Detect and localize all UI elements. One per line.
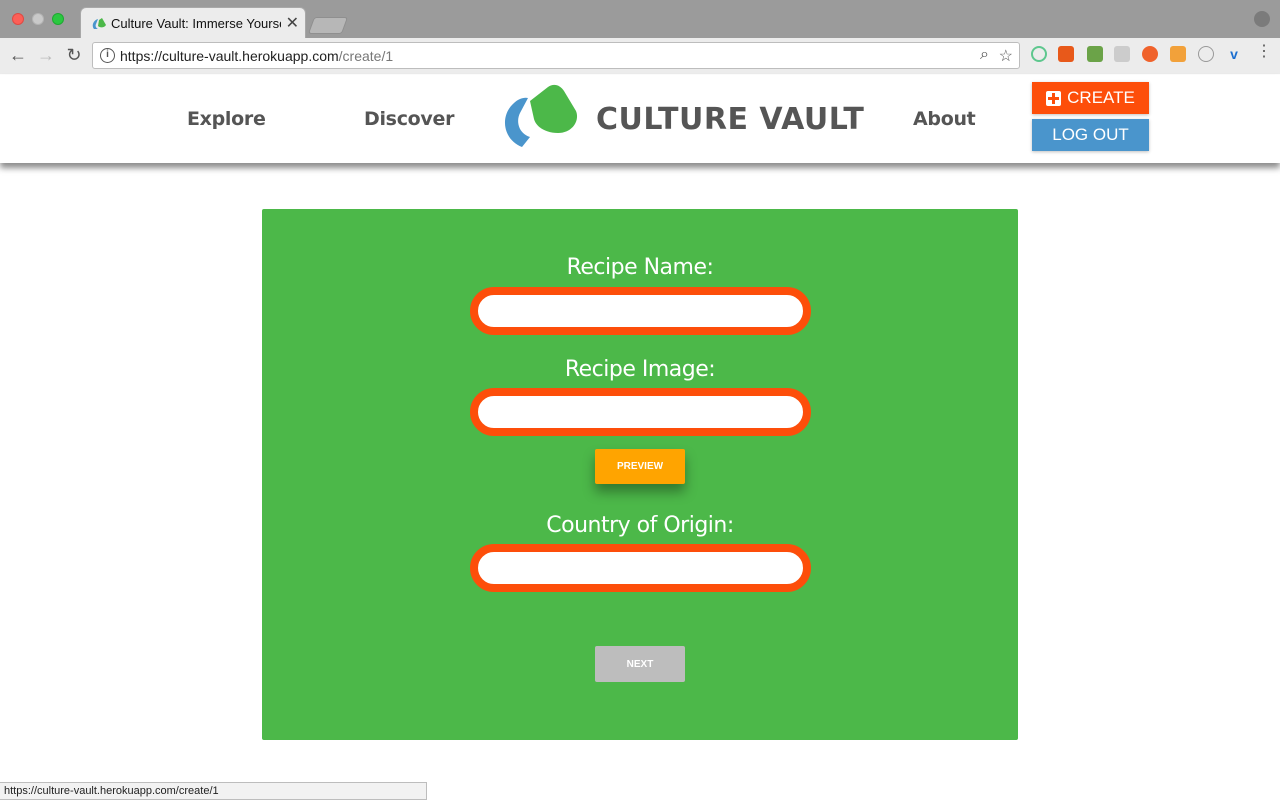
logo-text[interactable]: CULTURE VAULT	[596, 102, 864, 137]
nav-discover-link[interactable]: Discover	[364, 108, 454, 130]
logout-button[interactable]: LOG OUT	[1032, 119, 1149, 151]
bookmark-star-icon[interactable]: ☆	[999, 46, 1013, 66]
url-path: /create/1	[338, 48, 394, 64]
browser-chrome: Culture Vault: Immerse Yoursel ✕ ← → ↻ i…	[0, 0, 1280, 74]
next-button[interactable]: NEXT	[595, 646, 685, 682]
culture-vault-favicon-icon	[92, 18, 106, 29]
browser-menu-icon[interactable]: ⋮	[1256, 44, 1272, 62]
extension-1-icon[interactable]	[1031, 46, 1047, 62]
close-window-button[interactable]	[12, 13, 24, 25]
extension-7-icon[interactable]	[1198, 46, 1214, 62]
reload-icon[interactable]: ↻	[64, 45, 84, 66]
preview-button[interactable]: PREVIEW	[595, 449, 685, 484]
extension-v-icon[interactable]: v	[1226, 46, 1242, 62]
recipe-name-label: Recipe Name:	[566, 255, 714, 280]
minimize-window-button[interactable]	[32, 13, 44, 25]
nav-about-link[interactable]: About	[913, 108, 976, 130]
tab-strip: Culture Vault: Immerse Yoursel ✕	[0, 0, 1280, 38]
culture-vault-logo-icon[interactable]	[500, 81, 580, 147]
country-of-origin-input[interactable]	[470, 544, 811, 592]
address-url[interactable]: https://culture-vault.herokuapp.com/crea…	[120, 48, 393, 64]
back-arrow-icon[interactable]: ←	[8, 45, 28, 66]
extension-4-icon[interactable]	[1114, 46, 1130, 62]
plus-icon	[1046, 90, 1062, 106]
nav-explore-link[interactable]: Explore	[187, 108, 266, 130]
print-extension-icon[interactable]	[1087, 46, 1103, 62]
site-header: Explore Discover CULTURE VAULT About CRE…	[0, 75, 1280, 163]
profile-icon[interactable]	[1254, 11, 1270, 27]
extension-6-icon[interactable]	[1170, 46, 1186, 62]
new-tab-button[interactable]	[307, 17, 349, 34]
site-info-icon[interactable]: i	[100, 48, 115, 63]
create-recipe-form: Recipe Name: Recipe Image: PREVIEW Count…	[262, 209, 1018, 740]
address-bar[interactable]: i https://culture-vault.herokuapp.com/cr…	[92, 42, 1020, 69]
browser-toolbar: ← → ↻ i https://culture-vault.herokuapp.…	[0, 38, 1280, 74]
url-host: https://culture-vault.herokuapp.com	[120, 48, 339, 64]
recipe-image-input[interactable]	[470, 388, 811, 436]
maximize-window-button[interactable]	[52, 13, 64, 25]
recipe-image-label: Recipe Image:	[564, 357, 716, 382]
create-button-label: CREATE	[1067, 88, 1135, 107]
status-bar-url: https://culture-vault.herokuapp.com/crea…	[0, 782, 427, 800]
browser-tab-active[interactable]: Culture Vault: Immerse Yoursel ✕	[80, 7, 306, 38]
office-extension-icon[interactable]	[1058, 46, 1074, 62]
recipe-name-input[interactable]	[470, 287, 811, 335]
tab-title: Culture Vault: Immerse Yoursel	[111, 16, 281, 31]
create-button[interactable]: CREATE	[1032, 82, 1149, 114]
country-of-origin-label: Country of Origin:	[546, 513, 734, 538]
tab-close-icon[interactable]: ✕	[286, 13, 299, 33]
extension-5-icon[interactable]	[1142, 46, 1158, 62]
forward-arrow-icon[interactable]: →	[36, 45, 56, 66]
zoom-icon[interactable]: ⌕	[980, 46, 989, 64]
